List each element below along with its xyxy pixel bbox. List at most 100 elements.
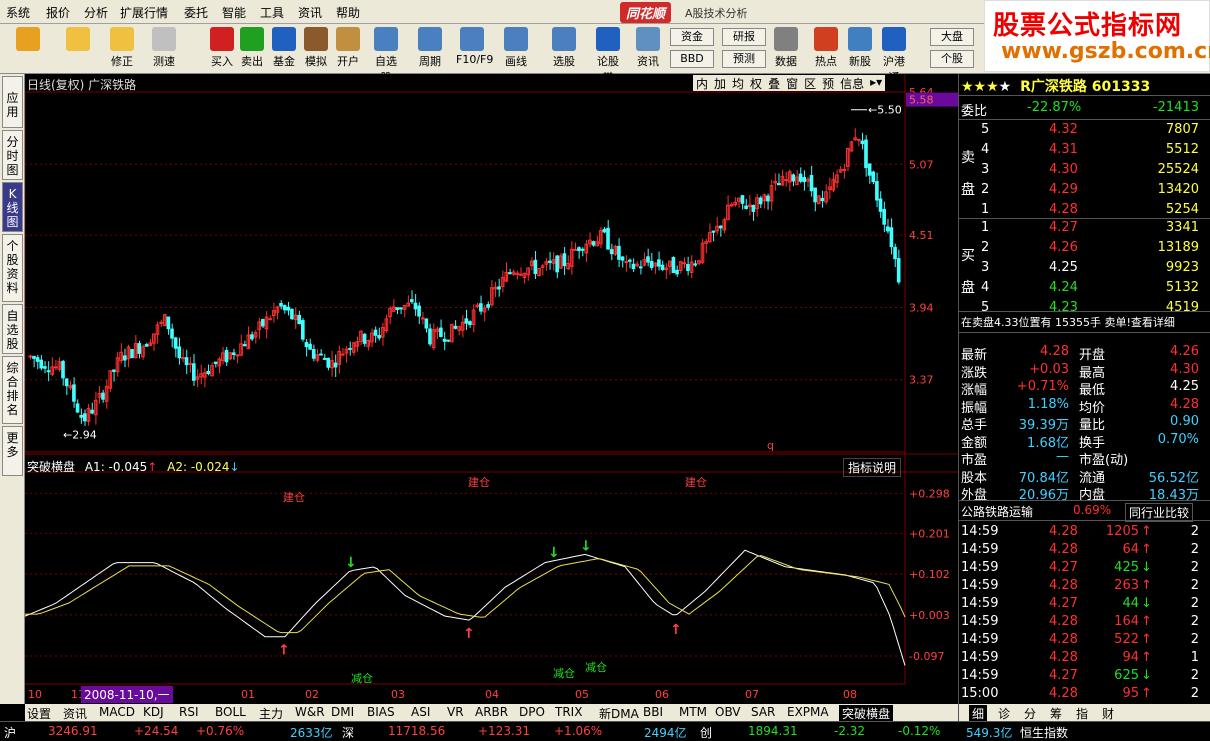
chart-button-6[interactable]: 区 xyxy=(804,75,816,91)
toolbar-button-11[interactable]: F10/F9 xyxy=(456,27,493,66)
indicator-tab-1[interactable]: 资讯 xyxy=(63,705,87,722)
indicator-tab-2[interactable]: MACD xyxy=(99,705,135,719)
toolbar-button-6[interactable]: 基金 xyxy=(268,27,300,69)
buy-level-row[interactable]: 1 4.27 3341 xyxy=(959,220,1199,238)
indicator-tab-16[interactable]: BBI xyxy=(643,705,663,719)
toolbar-gegu-button[interactable]: 个股 xyxy=(930,50,974,68)
stat-cell: 1.18% xyxy=(1027,396,1069,412)
indicator-tab-12[interactable]: ARBR xyxy=(475,705,508,719)
chart-button-5[interactable]: 窗 xyxy=(786,75,798,91)
indicator-tab-18[interactable]: OBV xyxy=(715,705,741,719)
menu-tools[interactable]: 工具 xyxy=(260,4,284,21)
tab-apps[interactable]: 应用 xyxy=(2,76,23,128)
tick-tab-0[interactable]: 细 xyxy=(969,705,988,722)
toolbar-button-15[interactable]: 资讯 xyxy=(632,27,664,69)
candle xyxy=(242,344,247,347)
tick-tab-3[interactable]: 筹 xyxy=(1047,705,1065,722)
chart-button-2[interactable]: 均 xyxy=(732,75,744,91)
chart-button-4[interactable]: 叠 xyxy=(768,75,780,91)
stat-cell: 0.90 xyxy=(1170,414,1199,429)
tab-more[interactable]: 更多 xyxy=(2,426,23,476)
indicator-tab-15[interactable]: 新DMA xyxy=(599,705,639,722)
tick-tab-2[interactable]: 分 xyxy=(1021,705,1039,722)
tick-tab-5[interactable]: 财 xyxy=(1099,705,1117,722)
menu-help[interactable]: 帮助 xyxy=(336,4,360,21)
toolbar-button-13[interactable]: 选股 xyxy=(548,27,580,69)
indicator-tab-7[interactable]: W&R xyxy=(295,705,325,719)
order-notice[interactable]: 在卖盘4.33位置有 15355手 卖单!查看详细 xyxy=(961,314,1175,330)
chart-button-1[interactable]: 加 xyxy=(714,75,726,91)
toolbar-button-4[interactable]: 买入 xyxy=(206,27,238,69)
toolbar-button-10[interactable]: 周期 xyxy=(414,27,446,69)
tab-kline[interactable]: K线图 xyxy=(2,182,23,232)
toolbar-button-3[interactable]: 测速 xyxy=(148,27,180,69)
tick-tab-1[interactable]: 诊 xyxy=(995,705,1013,722)
sell-level-cell: 5512 xyxy=(1165,142,1199,157)
price-axis-label: 3.94 xyxy=(909,301,934,314)
chart-button-7[interactable]: 预 xyxy=(822,75,834,91)
sell-level-cell: 4.32 xyxy=(1049,122,1078,137)
toolbar-button-18[interactable]: 新股 xyxy=(844,27,876,69)
industry-name[interactable]: 公路铁路运输 xyxy=(961,505,1033,519)
indicator-name[interactable]: 突破横盘 xyxy=(27,460,75,474)
chart-button-3[interactable]: 权 xyxy=(750,75,762,91)
buy-level-row[interactable]: 4 4.24 5132 xyxy=(959,280,1199,298)
toolbar-button-8[interactable]: 开户 xyxy=(332,27,364,69)
toolbar-button-1[interactable] xyxy=(62,27,94,53)
sell-level-row[interactable]: 4 4.31 5512 xyxy=(959,142,1199,160)
tab-ranking[interactable]: 综合排名 xyxy=(2,356,23,424)
toolbar-bbd-button[interactable]: BBD xyxy=(670,50,714,68)
rating-stars-icon: ★★★ xyxy=(961,79,999,95)
toolbar-button-17[interactable]: 热点 xyxy=(810,27,842,69)
toolbar-zijin-button[interactable]: 资金 xyxy=(670,28,714,46)
indicator-tab-21[interactable]: 突破横盘 xyxy=(839,705,894,722)
toolbar-button-7[interactable]: 模拟 xyxy=(300,27,332,69)
toolbar-yanbao-button[interactable]: 研报 xyxy=(722,28,766,46)
buy-level-row[interactable]: 3 4.25 9923 xyxy=(959,260,1199,278)
toolbar-yuce-button[interactable]: 预测 xyxy=(722,50,766,68)
indicator-tab-5[interactable]: BOLL xyxy=(215,705,246,719)
indicator-tab-17[interactable]: MTM xyxy=(679,705,707,719)
candle xyxy=(35,357,40,362)
toolbar-dapan-button[interactable]: 大盘 xyxy=(930,28,974,46)
indicator-tab-3[interactable]: KDJ xyxy=(143,705,164,719)
toolbar-button-2[interactable]: 修正 xyxy=(106,27,138,69)
indicator-tab-13[interactable]: DPO xyxy=(519,705,545,719)
tick-tab-4[interactable]: 指 xyxy=(1073,705,1091,722)
menu-quote[interactable]: 报价 xyxy=(46,4,70,21)
sell-level-row[interactable]: 3 4.30 25524 xyxy=(959,162,1199,180)
indicator-tab-10[interactable]: ASI xyxy=(411,705,430,719)
tab-intraday[interactable]: 分时图 xyxy=(2,130,23,180)
chart-button-8[interactable]: 信息 xyxy=(840,75,864,91)
indicator-tab-20[interactable]: EXPMA xyxy=(787,705,829,719)
menu-news[interactable]: 资讯 xyxy=(298,4,322,21)
indicator-help-button[interactable]: 指标说明 xyxy=(843,458,902,477)
sell-level-row[interactable]: 2 4.29 13420 xyxy=(959,182,1199,200)
tab-watchlist[interactable]: 自选股 xyxy=(2,304,23,354)
menu-trade[interactable]: 委托 xyxy=(184,4,208,21)
tab-stock-info[interactable]: 个股资料 xyxy=(2,234,23,302)
sell-level-row[interactable]: 5 4.32 7807 xyxy=(959,122,1199,140)
menu-smart[interactable]: 智能 xyxy=(222,4,246,21)
indicator-tab-8[interactable]: DMI xyxy=(331,705,354,719)
toolbar-button-5[interactable]: 卖出 xyxy=(236,27,268,69)
kline-chart-area[interactable]: ↑ ↓ ↑ ↓ ↓ ↑ ←5.50 ←2.94 q 建仓 建仓 建仓 减仓 减仓 减仓 10 11 01 02 03… xyxy=(25,74,958,704)
chart-menu-arrow-icon[interactable]: ▸▾ xyxy=(870,75,882,91)
indicator-tab-9[interactable]: BIAS xyxy=(367,705,395,719)
menu-ext-quote[interactable]: 扩展行情 xyxy=(120,4,168,21)
toolbar-button-0[interactable] xyxy=(12,27,44,53)
menu-system[interactable]: 系统 xyxy=(6,4,30,21)
indicator-tab-14[interactable]: TRIX xyxy=(555,705,582,719)
indicator-tab-11[interactable]: VR xyxy=(447,705,464,719)
buy-level-row[interactable]: 2 4.26 13189 xyxy=(959,240,1199,258)
toolbar-button-16[interactable]: 数据 xyxy=(770,27,802,69)
chart-button-0[interactable]: 内 xyxy=(696,75,708,91)
indicator-tab-19[interactable]: SAR xyxy=(751,705,775,719)
kline-svg[interactable]: ↑↓↑↓ ↓↑ ←5.50←2.94q建仓建仓 建仓减仓 减仓 减仓10 11 01 02 03… xyxy=(25,74,958,704)
indicator-tab-0[interactable]: 设置 xyxy=(27,705,51,722)
indicator-tab-4[interactable]: RSI xyxy=(179,705,199,719)
toolbar-button-12[interactable]: 画线 xyxy=(500,27,532,69)
candle xyxy=(413,302,418,310)
indicator-tab-6[interactable]: 主力 xyxy=(259,705,283,722)
menu-analysis[interactable]: 分析 xyxy=(84,4,108,21)
